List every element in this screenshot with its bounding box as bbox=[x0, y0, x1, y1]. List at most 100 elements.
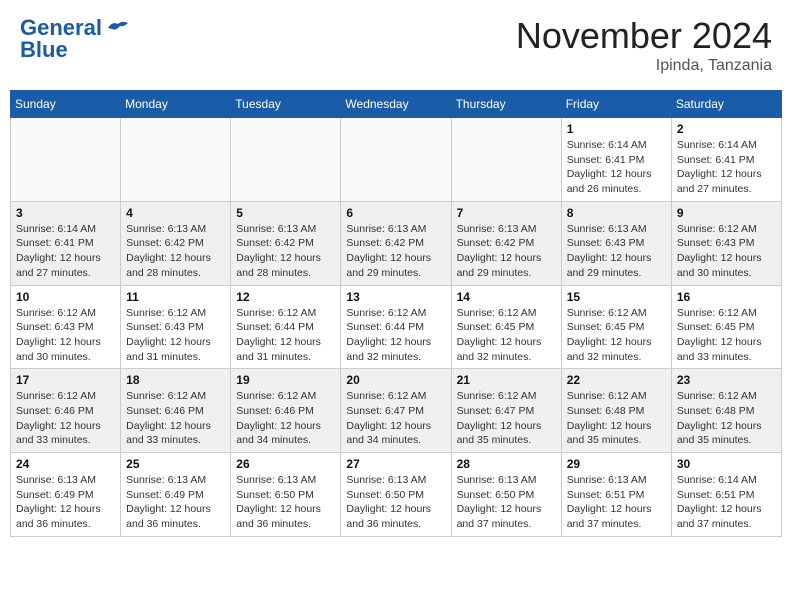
calendar-table: Sunday Monday Tuesday Wednesday Thursday… bbox=[10, 90, 782, 537]
day-info: Sunrise: 6:12 AMSunset: 6:44 PMDaylight:… bbox=[346, 306, 445, 365]
day-number: 25 bbox=[126, 457, 225, 471]
calendar-cell: 17 Sunrise: 6:12 AMSunset: 6:46 PMDayligh… bbox=[11, 369, 121, 453]
day-info: Sunrise: 6:13 AMSunset: 6:50 PMDaylight:… bbox=[457, 473, 556, 532]
day-info: Sunrise: 6:12 AMSunset: 6:48 PMDaylight:… bbox=[567, 389, 666, 448]
calendar-cell bbox=[231, 118, 341, 202]
calendar-cell bbox=[451, 118, 561, 202]
col-thursday: Thursday bbox=[451, 91, 561, 118]
day-info: Sunrise: 6:12 AMSunset: 6:45 PMDaylight:… bbox=[567, 306, 666, 365]
day-number: 17 bbox=[16, 373, 115, 387]
page-header: General Blue November 2024 Ipinda, Tanza… bbox=[10, 10, 782, 80]
calendar-cell: 29 Sunrise: 6:13 AMSunset: 6:51 PMDayligh… bbox=[561, 453, 671, 537]
calendar-cell: 8Sunrise: 6:13 AMSunset: 6:43 PMDaylight… bbox=[561, 201, 671, 285]
day-info: Sunrise: 6:13 AMSunset: 6:50 PMDaylight:… bbox=[236, 473, 335, 532]
calendar-cell: 7 Sunrise: 6:13 AMSunset: 6:42 PMDaylight… bbox=[451, 201, 561, 285]
day-info: Sunrise: 6:14 AMSunset: 6:41 PMDaylight:… bbox=[567, 138, 666, 197]
calendar-cell: 1 Sunrise: 6:14 AMSunset: 6:41 PMDaylight… bbox=[561, 118, 671, 202]
day-info: Sunrise: 6:13 AMSunset: 6:43 PMDaylight:… bbox=[567, 222, 666, 281]
day-number: 5 bbox=[236, 206, 335, 220]
day-number: 11 bbox=[126, 290, 225, 304]
col-saturday: Saturday bbox=[671, 91, 781, 118]
calendar-cell: 2 Sunrise: 6:14 AMSunset: 6:41 PMDaylight… bbox=[671, 118, 781, 202]
week-row-3: 10Sunrise: 6:12 AMSunset: 6:43 PMDayligh… bbox=[11, 285, 782, 369]
calendar-cell: 12 Sunrise: 6:12 AMSunset: 6:44 PMDayligh… bbox=[231, 285, 341, 369]
calendar-cell: 13 Sunrise: 6:12 AMSunset: 6:44 PMDayligh… bbox=[341, 285, 451, 369]
month-title: November 2024 bbox=[516, 15, 772, 57]
day-info: Sunrise: 6:13 AMSunset: 6:42 PMDaylight:… bbox=[236, 222, 335, 281]
day-number: 16 bbox=[677, 290, 776, 304]
day-info: Sunrise: 6:13 AMSunset: 6:42 PMDaylight:… bbox=[346, 222, 445, 281]
day-number: 13 bbox=[346, 290, 445, 304]
day-info: Sunrise: 6:13 AMSunset: 6:49 PMDaylight:… bbox=[126, 473, 225, 532]
day-number: 9 bbox=[677, 206, 776, 220]
day-number: 22 bbox=[567, 373, 666, 387]
calendar-cell: 10Sunrise: 6:12 AMSunset: 6:43 PMDayligh… bbox=[11, 285, 121, 369]
day-info: Sunrise: 6:12 AMSunset: 6:43 PMDaylight:… bbox=[126, 306, 225, 365]
calendar-cell: 27Sunrise: 6:13 AMSunset: 6:50 PMDayligh… bbox=[341, 453, 451, 537]
logo-blue-text: Blue bbox=[20, 37, 68, 63]
day-number: 12 bbox=[236, 290, 335, 304]
calendar-cell: 30 Sunrise: 6:14 AMSunset: 6:51 PMDayligh… bbox=[671, 453, 781, 537]
day-info: Sunrise: 6:13 AMSunset: 6:49 PMDaylight:… bbox=[16, 473, 115, 532]
calendar-cell: 28 Sunrise: 6:13 AMSunset: 6:50 PMDayligh… bbox=[451, 453, 561, 537]
col-tuesday: Tuesday bbox=[231, 91, 341, 118]
week-row-1: 1 Sunrise: 6:14 AMSunset: 6:41 PMDaylight… bbox=[11, 118, 782, 202]
day-number: 6 bbox=[346, 206, 445, 220]
calendar-cell: 21 Sunrise: 6:12 AMSunset: 6:47 PMDayligh… bbox=[451, 369, 561, 453]
day-info: Sunrise: 6:12 AMSunset: 6:46 PMDaylight:… bbox=[126, 389, 225, 448]
calendar-cell: 15 Sunrise: 6:12 AMSunset: 6:45 PMDayligh… bbox=[561, 285, 671, 369]
calendar-cell: 26 Sunrise: 6:13 AMSunset: 6:50 PMDayligh… bbox=[231, 453, 341, 537]
day-info: Sunrise: 6:12 AMSunset: 6:48 PMDaylight:… bbox=[677, 389, 776, 448]
day-info: Sunrise: 6:12 AMSunset: 6:43 PMDaylight:… bbox=[677, 222, 776, 281]
day-number: 20 bbox=[346, 373, 445, 387]
day-info: Sunrise: 6:14 AMSunset: 6:51 PMDaylight:… bbox=[677, 473, 776, 532]
day-number: 7 bbox=[457, 206, 556, 220]
calendar-cell: 22 Sunrise: 6:12 AMSunset: 6:48 PMDayligh… bbox=[561, 369, 671, 453]
day-number: 21 bbox=[457, 373, 556, 387]
day-number: 4 bbox=[126, 206, 225, 220]
day-info: Sunrise: 6:12 AMSunset: 6:43 PMDaylight:… bbox=[16, 306, 115, 365]
day-info: Sunrise: 6:12 AMSunset: 6:46 PMDaylight:… bbox=[16, 389, 115, 448]
col-monday: Monday bbox=[121, 91, 231, 118]
day-info: Sunrise: 6:12 AMSunset: 6:45 PMDaylight:… bbox=[457, 306, 556, 365]
week-row-2: 3Sunrise: 6:14 AMSunset: 6:41 PMDaylight… bbox=[11, 201, 782, 285]
calendar-cell: 11 Sunrise: 6:12 AMSunset: 6:43 PMDayligh… bbox=[121, 285, 231, 369]
col-sunday: Sunday bbox=[11, 91, 121, 118]
calendar-cell: 6 Sunrise: 6:13 AMSunset: 6:42 PMDaylight… bbox=[341, 201, 451, 285]
col-friday: Friday bbox=[561, 91, 671, 118]
calendar-header-row: Sunday Monday Tuesday Wednesday Thursday… bbox=[11, 91, 782, 118]
calendar-cell bbox=[121, 118, 231, 202]
calendar-cell: 4Sunrise: 6:13 AMSunset: 6:42 PMDaylight… bbox=[121, 201, 231, 285]
calendar-cell bbox=[341, 118, 451, 202]
location: Ipinda, Tanzania bbox=[516, 57, 772, 75]
week-row-5: 24 Sunrise: 6:13 AMSunset: 6:49 PMDayligh… bbox=[11, 453, 782, 537]
day-number: 2 bbox=[677, 122, 776, 136]
logo-bird-icon bbox=[106, 19, 130, 37]
calendar-cell: 16Sunrise: 6:12 AMSunset: 6:45 PMDayligh… bbox=[671, 285, 781, 369]
day-info: Sunrise: 6:13 AMSunset: 6:51 PMDaylight:… bbox=[567, 473, 666, 532]
day-info: Sunrise: 6:14 AMSunset: 6:41 PMDaylight:… bbox=[677, 138, 776, 197]
day-number: 14 bbox=[457, 290, 556, 304]
calendar-cell: 3Sunrise: 6:14 AMSunset: 6:41 PMDaylight… bbox=[11, 201, 121, 285]
calendar-cell: 25 Sunrise: 6:13 AMSunset: 6:49 PMDayligh… bbox=[121, 453, 231, 537]
day-info: Sunrise: 6:13 AMSunset: 6:50 PMDaylight:… bbox=[346, 473, 445, 532]
calendar-cell: 19Sunrise: 6:12 AMSunset: 6:46 PMDayligh… bbox=[231, 369, 341, 453]
day-number: 28 bbox=[457, 457, 556, 471]
day-number: 29 bbox=[567, 457, 666, 471]
day-number: 1 bbox=[567, 122, 666, 136]
day-number: 3 bbox=[16, 206, 115, 220]
day-number: 24 bbox=[16, 457, 115, 471]
col-wednesday: Wednesday bbox=[341, 91, 451, 118]
calendar-cell: 23Sunrise: 6:12 AMSunset: 6:48 PMDayligh… bbox=[671, 369, 781, 453]
logo: General Blue bbox=[20, 15, 130, 63]
day-info: Sunrise: 6:13 AMSunset: 6:42 PMDaylight:… bbox=[457, 222, 556, 281]
day-info: Sunrise: 6:12 AMSunset: 6:44 PMDaylight:… bbox=[236, 306, 335, 365]
day-info: Sunrise: 6:12 AMSunset: 6:46 PMDaylight:… bbox=[236, 389, 335, 448]
day-number: 26 bbox=[236, 457, 335, 471]
day-number: 15 bbox=[567, 290, 666, 304]
day-info: Sunrise: 6:12 AMSunset: 6:47 PMDaylight:… bbox=[457, 389, 556, 448]
calendar-cell: 5 Sunrise: 6:13 AMSunset: 6:42 PMDaylight… bbox=[231, 201, 341, 285]
day-number: 30 bbox=[677, 457, 776, 471]
calendar-cell: 24 Sunrise: 6:13 AMSunset: 6:49 PMDayligh… bbox=[11, 453, 121, 537]
title-section: November 2024 Ipinda, Tanzania bbox=[516, 15, 772, 75]
